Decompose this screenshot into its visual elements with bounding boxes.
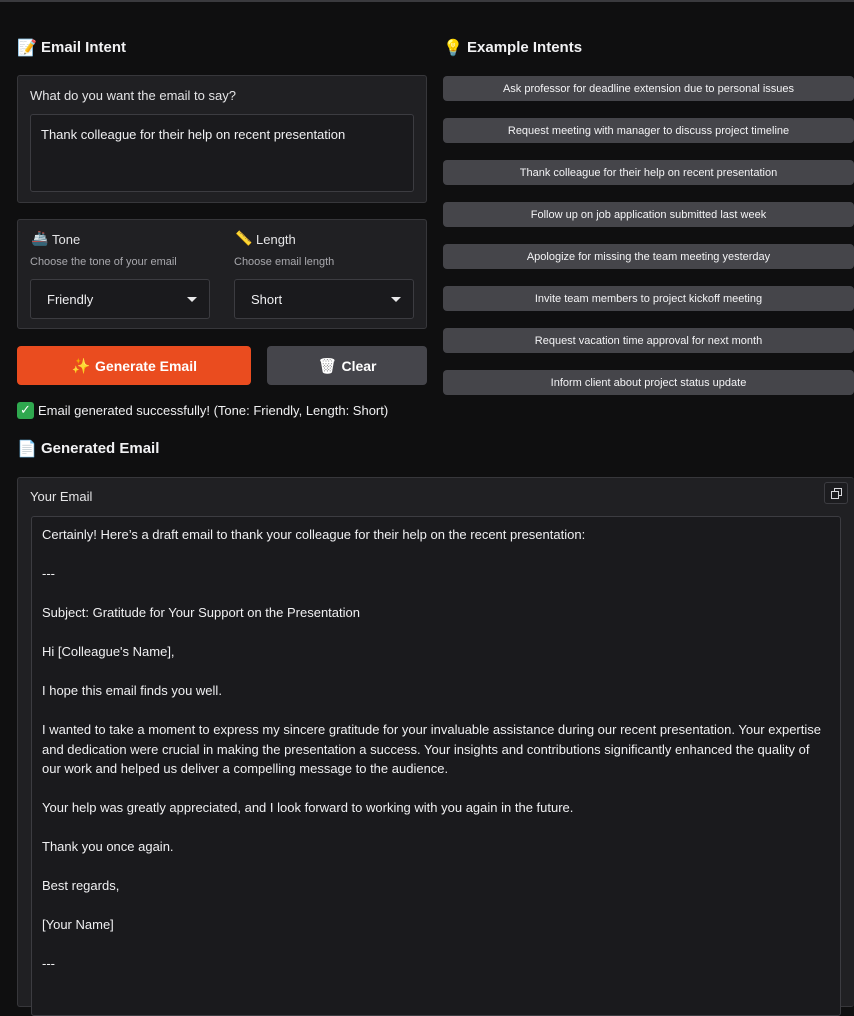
example-intent-button[interactable]: Request meeting with manager to discuss … [443,118,854,143]
check-mark-icon: ✓ [17,402,34,419]
email-intent-title: 📝 Email Intent [17,38,126,57]
length-select-value: Short [251,291,283,307]
sparkles-icon: ✨ [71,356,91,375]
chevron-down-icon [391,296,401,302]
email-paragraph: Best regards, [42,878,120,893]
options-panel: 🚢 Tone Choose the tone of your email Fri… [17,219,427,329]
length-label-text: Length [256,231,296,247]
length-select[interactable]: Short [234,279,414,319]
intent-prompt-label: What do you want the email to say? [30,88,236,103]
generate-email-label: Generate Email [95,357,197,374]
email-intent-title-text: Email Intent [41,39,127,56]
generated-email-title: 📄 Generated Email [17,439,159,458]
email-paragraph: --- [42,566,55,581]
email-paragraph: I wanted to take a moment to express my … [42,722,821,776]
status-text: Email generated successfully! (Tone: Fri… [38,403,389,418]
example-intent-button[interactable]: Apologize for missing the team meeting y… [443,244,854,269]
top-border [0,0,854,2]
ruler-icon: 📏 [235,231,253,247]
example-intents-title: 💡 Example Intents [443,38,582,57]
example-intents-title-text: Example Intents [467,39,583,56]
length-description: Choose email length [234,256,335,268]
status-message: ✓ Email generated successfully! (Tone: F… [17,402,388,419]
example-intent-button[interactable]: Ask professor for deadline extension due… [443,76,854,101]
tone-select[interactable]: Friendly [30,279,210,319]
example-intent-button[interactable]: Invite team members to project kickoff m… [443,286,854,311]
email-paragraph: --- [42,956,55,971]
example-intent-button[interactable]: Thank colleague for their help on recent… [443,160,854,185]
copy-button[interactable] [824,482,848,504]
copy-icon [830,487,842,499]
chevron-down-icon [187,296,197,302]
example-intent-button[interactable]: Follow up on job application submitted l… [443,202,854,227]
tone-description: Choose the tone of your email [30,256,177,268]
email-paragraph: Thank you once again. [42,839,174,854]
wastebasket-icon: 🗑 [317,356,337,375]
sextant-icon: 🚢 [31,231,49,247]
email-paragraph: Subject: Gratitude for Your Support on t… [42,605,360,620]
example-intent-button[interactable]: Request vacation time approval for next … [443,328,854,353]
email-paragraph: Certainly! Here’s a draft email to thank… [42,527,586,542]
lightbulb-icon: 💡 [443,38,463,57]
generate-email-button[interactable]: ✨ Generate Email [17,346,251,385]
clear-label: Clear [341,357,377,374]
tone-select-value: Friendly [47,291,94,307]
tone-label-text: Tone [52,231,81,247]
example-intent-button[interactable]: Inform client about project status updat… [443,370,854,395]
generated-email-title-text: Generated Email [41,440,160,457]
document-icon: 📄 [17,439,37,458]
intent-panel: What do you want the email to say? Thank… [17,75,427,203]
tone-label: 🚢 Tone [30,231,80,247]
memo-icon: 📝 [17,38,37,57]
generated-email-panel: Your Email Certainly! Here’s a draft ema… [17,477,854,1016]
email-paragraph: [Your Name] [42,917,114,932]
clear-button[interactable]: 🗑 Clear [267,346,427,385]
intent-input[interactable]: Thank colleague for their help on recent… [30,114,414,192]
email-output-textarea[interactable]: Certainly! Here’s a draft email to thank… [31,516,841,1016]
email-paragraph: I hope this email finds you well. [42,683,222,698]
email-paragraph: Hi [Colleague's Name], [42,644,175,659]
email-paragraph: Your help was greatly appreciated, and I… [42,800,574,815]
your-email-label: Your Email [30,489,93,504]
length-label: 📏 Length [234,231,296,247]
